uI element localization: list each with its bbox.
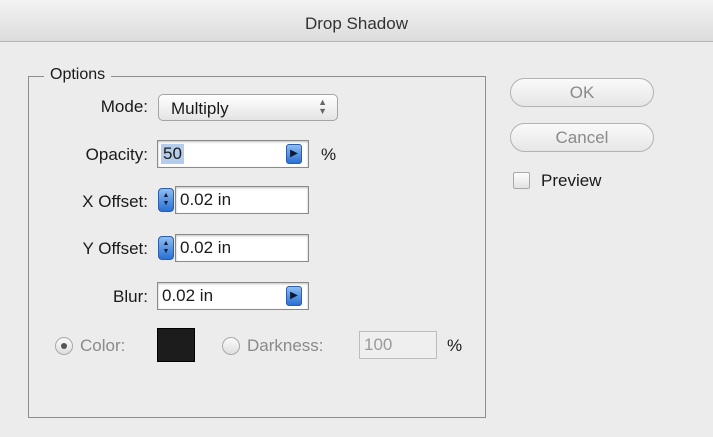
darkness-unit: % xyxy=(447,336,463,355)
mode-value: Multiply xyxy=(171,99,229,118)
opacity-label: Opacity: xyxy=(85,145,148,164)
mode-popup[interactable]: Multiply ▲ ▼ xyxy=(158,94,338,121)
updown-arrows-icon: ▲ ▼ xyxy=(318,97,327,116)
mode-label: Mode: xyxy=(100,97,148,116)
y-offset-value: 0.02 in xyxy=(180,238,232,257)
preview-checkbox[interactable] xyxy=(513,172,530,189)
ok-button[interactable]: OK xyxy=(510,78,654,107)
color-swatch[interactable] xyxy=(157,328,195,362)
darkness-field[interactable]: 100 xyxy=(359,331,437,359)
y-offset-label: Y Offset: xyxy=(82,239,148,258)
darkness-radio[interactable] xyxy=(222,337,240,355)
color-radio[interactable] xyxy=(55,337,73,355)
cancel-button[interactable]: Cancel xyxy=(510,123,654,152)
darkness-value: 100 xyxy=(364,335,393,354)
options-group-label: Options xyxy=(44,66,112,84)
blur-value: 0.02 in xyxy=(162,286,214,305)
x-offset-stepper[interactable]: ▲ ▼ xyxy=(158,188,174,212)
blur-slider-button[interactable]: ▶ xyxy=(286,286,302,306)
opacity-value: 50 xyxy=(161,144,184,164)
x-offset-label: X Offset: xyxy=(82,192,148,211)
drop-shadow-dialog: Drop Shadow Options Mode: Multiply ▲ ▼ Op… xyxy=(0,0,713,437)
blur-field[interactable]: 0.02 in ▶ xyxy=(157,282,309,310)
preview-label: Preview xyxy=(541,171,602,190)
color-label: Color: xyxy=(80,336,126,355)
x-offset-field[interactable]: 0.02 in xyxy=(175,186,309,214)
x-offset-value: 0.02 in xyxy=(180,190,232,209)
darkness-label: Darkness: xyxy=(247,336,324,355)
blur-label: Blur: xyxy=(113,287,148,306)
y-offset-field[interactable]: 0.02 in xyxy=(175,234,309,262)
opacity-unit: % xyxy=(321,145,337,164)
opacity-field[interactable]: 50 ▶ xyxy=(157,140,309,168)
title-bar[interactable]: Drop Shadow xyxy=(0,0,713,42)
y-offset-stepper[interactable]: ▲ ▼ xyxy=(158,236,174,260)
opacity-slider-button[interactable]: ▶ xyxy=(286,144,302,164)
radio-selected-dot xyxy=(61,343,67,349)
window-title: Drop Shadow xyxy=(304,14,408,33)
